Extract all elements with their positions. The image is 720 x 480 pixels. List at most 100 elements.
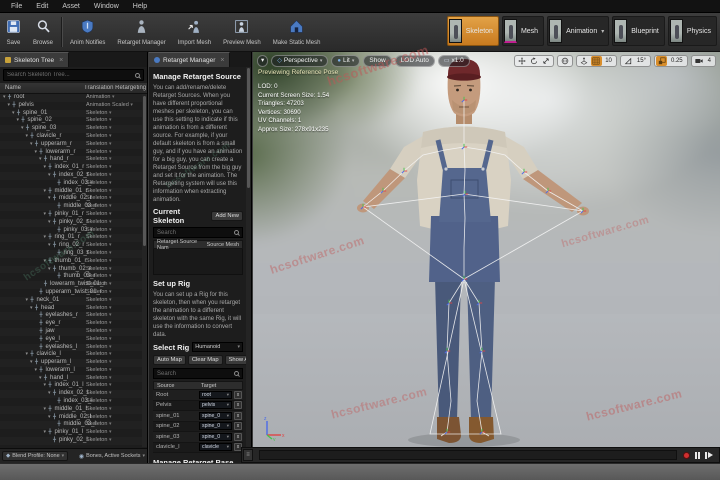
move-icon[interactable] <box>517 56 528 66</box>
column-retarget-source-name[interactable]: Retarget Source Nam <box>154 239 204 251</box>
bone-row-middle_03_r[interactable]: ╋ middle_03_r Skeleton ▾ <box>0 203 142 211</box>
bone-row-index_01_r[interactable]: ▾ ╋ index_01_r Skeleton ▾ <box>0 164 142 172</box>
bone-row-ring_01_r[interactable]: ▾ ╋ ring_01_r Skeleton ▾ <box>0 234 142 243</box>
bone-row-eye_r[interactable]: ╋ eye_r Skeleton ▾ <box>0 320 142 328</box>
clear-mapping-button[interactable]: x <box>234 411 242 420</box>
record-icon[interactable] <box>682 451 690 459</box>
translation-retargeting-dropdown[interactable]: Animation ▾ <box>86 94 115 102</box>
translation-retargeting-dropdown[interactable]: Skeleton ▾ <box>86 344 111 352</box>
bone-row-pelvis[interactable]: ▾ ╋ pelvis Animation Scaled ▾ <box>0 102 142 110</box>
bone-row-eye_l[interactable]: ╋ eye_l Skeleton ▾ <box>0 336 142 344</box>
angle-snap-icon[interactable] <box>622 56 633 66</box>
menu-item-asset[interactable]: Asset <box>55 0 87 13</box>
mode-tab-animation[interactable]: Animation ▾ <box>547 16 610 46</box>
target-bone-dropdown[interactable]: root ▾ <box>199 390 232 399</box>
column-source[interactable]: Source <box>154 383 198 389</box>
skeleton-tree-search[interactable]: Search Skeleton Tree... <box>3 69 144 81</box>
bone-row-pinky_02_r[interactable]: ▾ ╋ pinky_02_r Skeleton ▾ <box>0 218 142 227</box>
bone-row-thumb_01_r[interactable]: ▾ ╋ thumb_01_r Skeleton ▾ <box>0 258 142 266</box>
translation-retargeting-dropdown[interactable]: Skeleton ▾ <box>86 281 111 289</box>
translation-retargeting-dropdown[interactable]: Skeleton ▾ <box>86 125 111 133</box>
bone-row-ring_02_r[interactable]: ▾ ╋ ring_02_r Skeleton ▾ <box>0 242 142 250</box>
snap-value[interactable]: 15° <box>634 58 649 64</box>
column-translation-retargeting[interactable]: Translation Retargeting <box>84 85 146 91</box>
retarget-manager-button[interactable]: Retarget Manager <box>111 13 171 51</box>
bone-row-index_02_r[interactable]: ▾ ╋ index_02_r Skeleton ▾ <box>0 171 142 180</box>
translation-retargeting-dropdown[interactable]: Skeleton ▾ <box>86 227 111 235</box>
show-button[interactable]: Show <box>363 55 392 67</box>
translation-retargeting-dropdown[interactable]: Skeleton ▾ <box>86 312 111 320</box>
translation-retargeting-dropdown[interactable]: Skeleton ▾ <box>86 117 111 125</box>
add-new-button[interactable]: Add New <box>211 211 243 221</box>
preview-mesh-button[interactable]: Preview Mesh <box>217 13 267 51</box>
menu-item-file[interactable]: File <box>4 0 29 13</box>
translation-retargeting-dropdown[interactable]: Skeleton ▾ <box>86 172 111 180</box>
bone-row-root[interactable]: ▾ ╋ root Animation ▾ <box>0 94 142 102</box>
mode-tab-physics[interactable]: Physics <box>667 16 717 46</box>
bone-row-upperarm_twist_01_r[interactable]: ╋ upperarm_twist_01_r Skeleton ▾ <box>0 289 142 297</box>
scale-snap-icon[interactable] <box>656 56 668 66</box>
bone-row-lowerarm_r[interactable]: ▾ ╋ lowerarm_r Skeleton ▾ <box>0 149 142 157</box>
timeline-expand-button[interactable]: ≡ <box>243 449 253 461</box>
bone-row-middle_01_l[interactable]: ▾ ╋ middle_01_l Skeleton ▾ <box>0 405 142 414</box>
bone-row-index_03_l[interactable]: ╋ index_03_l Skeleton ▾ <box>0 398 142 406</box>
tree-scrollbar[interactable] <box>142 94 147 447</box>
clear-mapping-button[interactable]: x <box>234 432 242 441</box>
rotate-icon[interactable] <box>529 56 540 66</box>
timeline-track[interactable] <box>259 450 677 460</box>
bone-row-neck_01[interactable]: ▾ ╋ neck_01 Skeleton ▾ <box>0 296 142 305</box>
rig-mapping-search[interactable]: Search <box>153 368 243 379</box>
bone-row-pinky_01_l[interactable]: ▾ ╋ pinky_01_l Skeleton ▾ <box>0 429 142 437</box>
translation-retargeting-dropdown[interactable]: Skeleton ▾ <box>86 156 111 164</box>
step-forward-icon[interactable] <box>705 451 713 459</box>
bone-row-pinky_02_l[interactable]: ╋ pinky_02_l Skeleton ▾ <box>0 437 142 445</box>
bone-row-clavicle_r[interactable]: ▾ ╋ clavicle_r Skeleton ▾ <box>0 133 142 141</box>
bone-row-spine_02[interactable]: ▾ ╋ spine_02 Skeleton ▾ <box>0 117 142 125</box>
target-bone-dropdown[interactable]: clavicle ▾ <box>199 443 232 452</box>
translation-retargeting-dropdown[interactable]: Skeleton ▾ <box>86 375 111 383</box>
translation-retargeting-dropdown[interactable]: Skeleton ▾ <box>86 359 111 367</box>
target-bone-dropdown[interactable]: spine_0 ▾ <box>199 411 232 420</box>
bone-row-index_02_l[interactable]: ▾ ╋ index_02_l Skeleton ▾ <box>0 390 142 399</box>
make-static-mesh-button[interactable]: Make Static Mesh <box>267 13 327 51</box>
surface-snap-icon[interactable] <box>579 56 590 66</box>
translation-retargeting-dropdown[interactable]: Skeleton ▾ <box>86 180 111 188</box>
import-mesh-button[interactable]: Import Mesh <box>172 13 217 51</box>
translation-retargeting-dropdown[interactable]: Skeleton ▾ <box>86 149 111 157</box>
target-bone-dropdown[interactable]: spine_0 ▾ <box>199 432 232 441</box>
translation-retargeting-dropdown[interactable]: Skeleton ▾ <box>86 437 111 445</box>
translation-retargeting-dropdown[interactable]: Skeleton ▾ <box>86 234 111 242</box>
rig-dropdown[interactable]: Humanoid ▾ <box>192 342 243 352</box>
translation-retargeting-dropdown[interactable]: Animation Scaled ▾ <box>86 102 133 110</box>
scale-icon[interactable] <box>541 56 552 66</box>
translation-retargeting-dropdown[interactable]: Skeleton ▾ <box>86 367 111 375</box>
clear-mapping-button[interactable]: x <box>234 390 242 399</box>
tab-retarget-manager[interactable]: Retarget Manager × <box>149 52 231 67</box>
translation-retargeting-dropdown[interactable]: Skeleton ▾ <box>86 242 111 250</box>
bone-row-lowerarm_l[interactable]: ▾ ╋ lowerarm_l Skeleton ▾ <box>0 367 142 375</box>
bone-row-middle_02_r[interactable]: ▾ ╋ middle_02_r Skeleton ▾ <box>0 195 142 203</box>
grid-snap-icon[interactable] <box>590 56 602 66</box>
translation-retargeting-dropdown[interactable]: Skeleton ▾ <box>86 258 111 266</box>
clear-map-button[interactable]: Clear Map <box>187 355 223 365</box>
clear-mapping-button[interactable]: x <box>234 401 242 410</box>
translation-retargeting-dropdown[interactable]: Skeleton ▾ <box>86 429 111 437</box>
snap-value[interactable]: 4 <box>705 58 714 64</box>
translation-retargeting-dropdown[interactable]: Skeleton ▾ <box>86 382 111 390</box>
anim-notifies-button[interactable]: Anim Notifies <box>64 13 111 51</box>
bone-row-clavicle_l[interactable]: ▾ ╋ clavicle_l Skeleton ▾ <box>0 351 142 359</box>
bone-row-upperarm_l[interactable]: ▾ ╋ upperarm_l Skeleton ▾ <box>0 359 142 367</box>
pause-icon[interactable] <box>694 451 700 459</box>
translation-retargeting-dropdown[interactable]: Skeleton ▾ <box>86 273 111 281</box>
mode-tab-mesh[interactable]: Mesh <box>501 16 545 46</box>
bone-row-eyelashes_l[interactable]: ╋ eyelashes_l Skeleton ▾ <box>0 343 142 352</box>
perspective-button[interactable]: ◇ Perspective ▾ <box>271 55 329 67</box>
bone-row-jaw[interactable]: ╋ jaw Skeleton ▾ <box>0 327 142 336</box>
bone-row-upperarm_r[interactable]: ▾ ╋ upperarm_r Skeleton ▾ <box>0 140 142 149</box>
translation-retargeting-dropdown[interactable]: Skeleton ▾ <box>86 195 111 203</box>
snap-value[interactable]: 0.25 <box>668 58 686 64</box>
translation-retargeting-dropdown[interactable]: Skeleton ▾ <box>86 421 111 429</box>
translation-retargeting-dropdown[interactable]: Skeleton ▾ <box>86 390 111 398</box>
translation-retargeting-dropdown[interactable]: Skeleton ▾ <box>86 305 111 313</box>
translation-retargeting-dropdown[interactable]: Skeleton ▾ <box>86 328 111 336</box>
